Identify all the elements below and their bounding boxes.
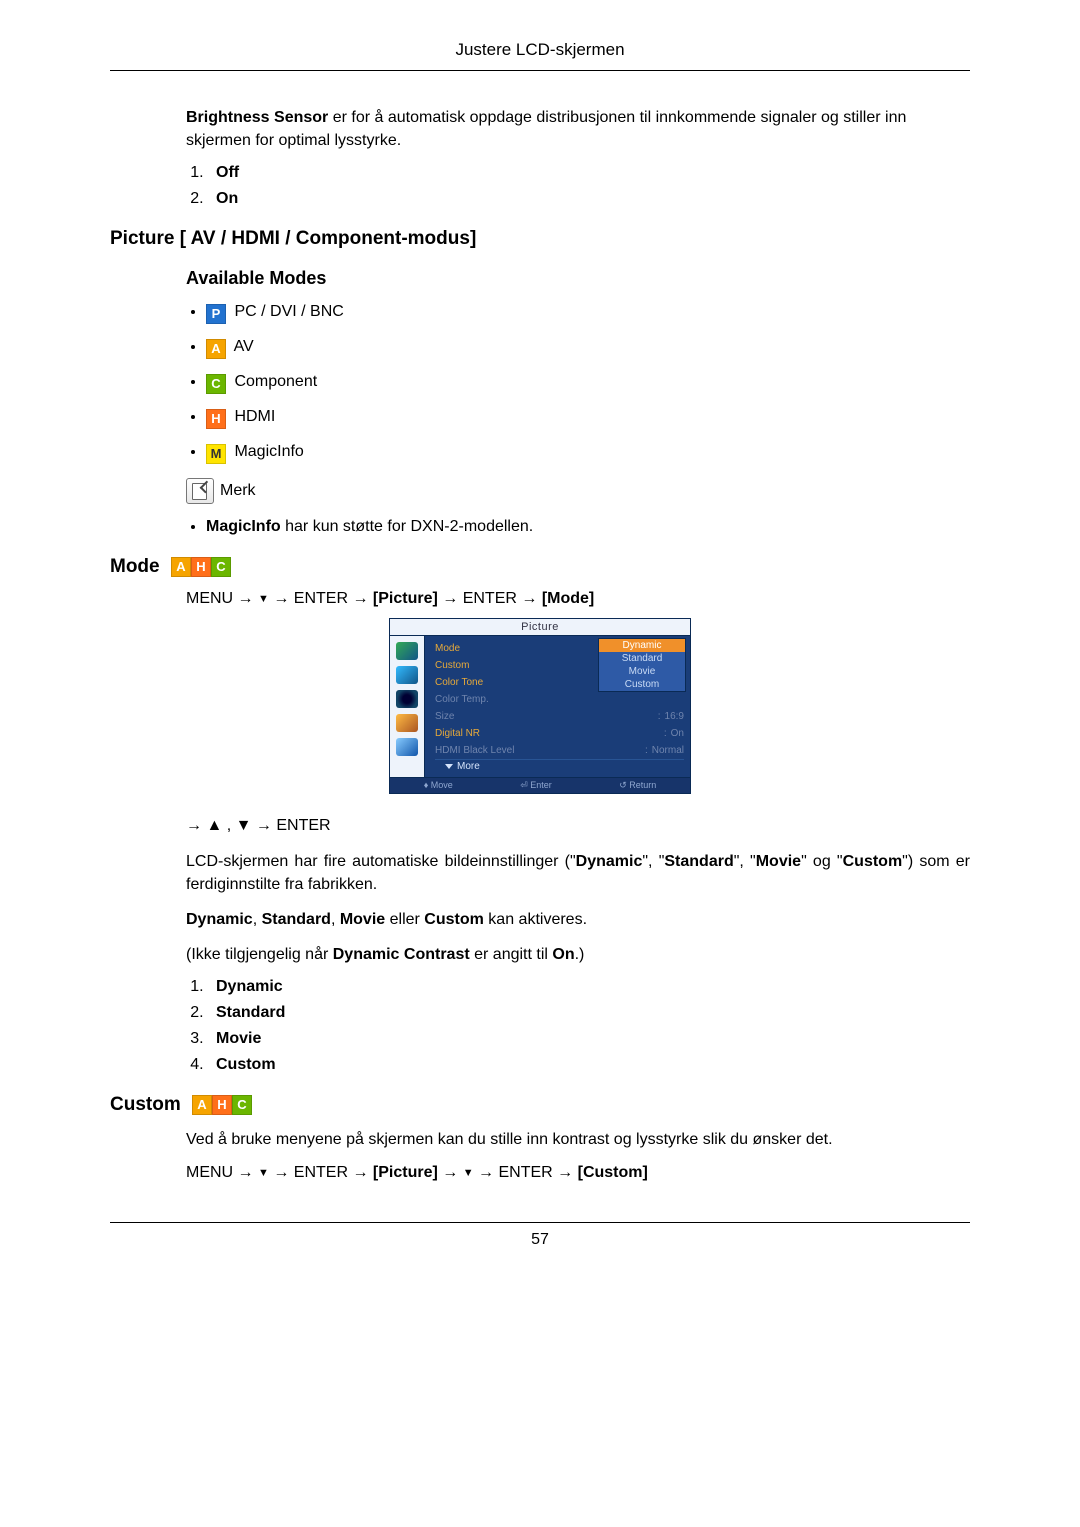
badge-h-icon: H [191,557,211,577]
osd-footer: ♦ Move ⏎ Enter ↺ Return [390,777,690,793]
mode-hdmi: H HDMI [206,408,970,429]
osd-foot-return: ↺ Return [619,780,656,791]
mode-not-available: (Ikke tilgjengelig når Dynamic Contrast … [186,943,970,966]
osd-side-icons [390,636,425,777]
mode-component: C Component [206,373,970,394]
mode-pc: P PC / DVI / BNC [206,303,970,324]
badge-c-icon: C [232,1095,252,1115]
mode-post-nav: → ▲ , ▼ → ENTER [186,814,970,837]
badge-a-icon: A [192,1095,212,1115]
mode-opt-custom: Custom [208,1056,970,1074]
osd-popup-standard: Standard [599,652,685,665]
mode-magicinfo: M MagicInfo [206,443,970,464]
note-bullets: MagicInfo har kun støtte for DXN-2-model… [186,518,970,536]
osd-side-icon-4 [396,714,418,732]
mode-icon-m: M [206,444,226,464]
osd-popup-movie: Movie [599,665,685,678]
mode-nav-path: MENU → ▼ → ENTER → [Picture] → ENTER → [… [186,590,970,608]
brightness-intro-bold: Brightness Sensor [186,109,328,126]
mode-opt-standard: Standard [208,1004,970,1022]
mode-opt-movie: Movie [208,1030,970,1048]
osd-popup: Dynamic Standard Movie Custom [598,638,686,692]
custom-text: Ved å bruke menyene på skjermen kan du s… [186,1128,970,1151]
badge-a-icon: A [171,557,191,577]
mode-heading: Mode A H C [110,556,970,578]
osd-screenshot: Picture Dynamic Standard Movie [110,618,970,794]
custom-badges: A H C [192,1095,252,1115]
osd-side-icon-1 [396,642,418,660]
triangle-down-icon: ▼ [258,1167,269,1179]
brightness-intro: Brightness Sensor er for å automatisk op… [186,106,970,152]
custom-heading: Custom A H C [110,1094,970,1116]
custom-nav-path: MENU → ▼ → ENTER → [Picture] → ▼ → ENTER… [186,1164,970,1182]
page-number: 57 [110,1222,970,1249]
mode-opt-dynamic: Dynamic [208,978,970,996]
osd-side-icon-2 [396,666,418,684]
osd-popup-dynamic: Dynamic [599,639,685,652]
mode-av: A AV [206,338,970,359]
badge-h-icon: H [212,1095,232,1115]
note-row: Merk [186,478,970,504]
mode-options-list: Dynamic Standard Movie Custom [186,978,970,1074]
available-modes-title: Available Modes [186,268,970,289]
brightness-option-off: Off [208,164,970,182]
header-title: Justere LCD-skjermen [110,40,970,71]
osd-rows: Dynamic Standard Movie Custom Mode:Dynam… [425,636,690,777]
mode-icon-p: P [206,304,226,324]
triangle-down-icon: ▼ [463,1167,474,1179]
mode-badges: A H C [171,557,231,577]
osd-popup-custom: Custom [599,678,685,691]
osd-foot-enter: ⏎ Enter [520,780,552,791]
mode-icon-a: A [206,339,226,359]
mode-icon-h: H [206,409,226,429]
osd-side-icon-5 [396,738,418,756]
triangle-down-icon [445,764,453,769]
mode-icon-c: C [206,374,226,394]
triangle-down-icon: ▼ [258,593,269,605]
osd-side-icon-3 [396,690,418,708]
note-text: MagicInfo har kun støtte for DXN-2-model… [206,518,970,536]
osd-title: Picture [390,619,690,636]
picture-heading: Picture [ AV / HDMI / Component-modus] [110,228,970,250]
mode-activate-line: Dynamic, Standard, Movie eller Custom ka… [186,908,970,931]
mode-description: LCD-skjermen har fire automatiske bildei… [186,850,970,896]
badge-c-icon: C [211,557,231,577]
brightness-option-on: On [208,190,970,208]
osd-foot-move: ♦ Move [424,780,453,791]
brightness-option-list: Off On [186,164,970,208]
note-icon [186,478,214,504]
note-label: Merk [220,482,256,500]
available-modes-list: P PC / DVI / BNC A AV C Component H HDMI… [186,303,970,464]
